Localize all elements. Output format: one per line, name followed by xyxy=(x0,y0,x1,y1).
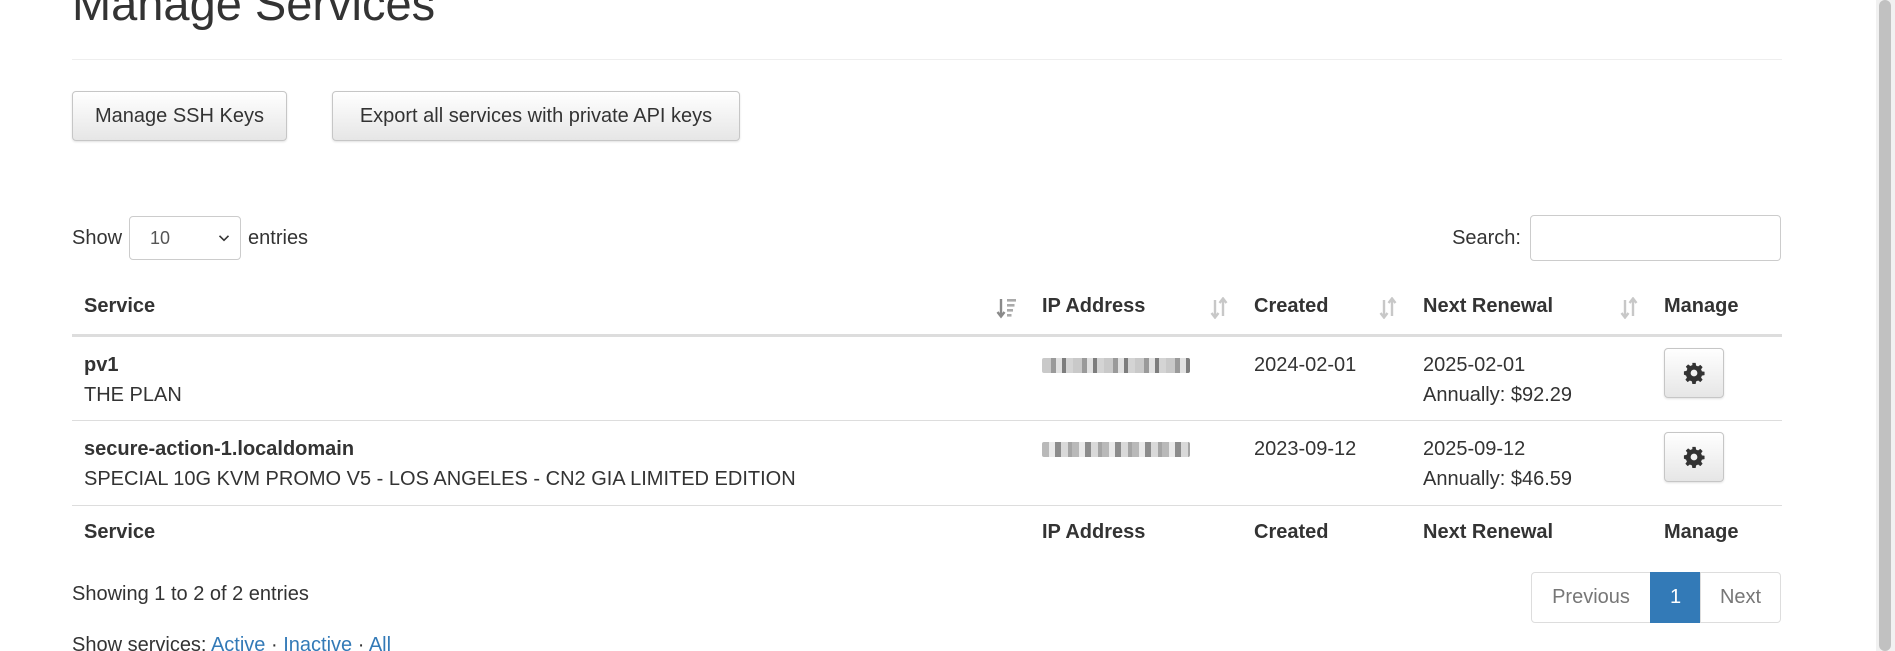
manage-cell xyxy=(1652,335,1782,421)
pagination: Previous 1 Next xyxy=(1531,572,1781,623)
ip-address-cell xyxy=(1030,420,1242,506)
billing-amount: Annually: $92.29 xyxy=(1423,383,1573,406)
entries-length-control: Show 10 entries xyxy=(72,216,308,260)
ip-address-redacted xyxy=(1042,441,1190,457)
show-label: Show xyxy=(72,226,123,249)
manage-cell xyxy=(1652,420,1782,506)
title-divider xyxy=(72,59,1782,60)
footer-header-ip-address: IP Address xyxy=(1042,521,1146,544)
service-name[interactable]: pv1 xyxy=(84,350,1018,380)
gear-icon xyxy=(1683,362,1705,384)
services-table: Service IP Address Created Next Renewal … xyxy=(72,280,1782,560)
entries-label: entries xyxy=(248,226,309,249)
column-header-created[interactable]: Created xyxy=(1242,280,1411,337)
service-plan: THE PLAN xyxy=(84,383,182,406)
next-renewal-date: 2025-09-12 xyxy=(1423,437,1526,460)
footer-header-created: Created xyxy=(1254,521,1329,544)
previous-page-button[interactable]: Previous xyxy=(1531,572,1651,623)
vertical-scrollbar[interactable] xyxy=(1876,0,1895,651)
column-header-label: IP Address xyxy=(1042,295,1146,318)
filter-active-link[interactable]: Active xyxy=(211,634,265,651)
chevron-down-icon xyxy=(218,235,230,242)
sort-icon xyxy=(1620,297,1638,319)
filter-label: Show services: xyxy=(72,634,207,651)
service-cell: pv1 THE PLAN xyxy=(72,335,1030,421)
column-header-ip-address[interactable]: IP Address xyxy=(1030,280,1242,337)
created-cell: 2024-02-01 xyxy=(1242,335,1411,421)
next-renewal-cell: 2025-09-12 Annually: $46.59 xyxy=(1411,420,1652,506)
footer-header-next-renewal: Next Renewal xyxy=(1423,521,1554,544)
column-header-label: Next Renewal xyxy=(1423,295,1554,318)
service-name[interactable]: secure-action-1.localdomain xyxy=(84,434,1018,464)
sort-descending-icon xyxy=(996,299,1016,319)
sort-icon xyxy=(1379,297,1397,319)
footer-header-service: Service xyxy=(84,521,156,544)
next-renewal-date: 2025-02-01 xyxy=(1423,353,1526,376)
billing-amount: Annually: $46.59 xyxy=(1423,467,1573,490)
table-row: secure-action-1.localdomain SPECIAL 10G … xyxy=(72,420,1782,506)
table-info: Showing 1 to 2 of 2 entries xyxy=(72,583,309,605)
service-plan: SPECIAL 10G KVM PROMO V5 - LOS ANGELES -… xyxy=(84,467,796,490)
column-header-label: Service xyxy=(84,295,156,318)
filter-all-link[interactable]: All xyxy=(369,634,391,651)
page-1-button[interactable]: 1 xyxy=(1650,572,1701,623)
manage-service-button[interactable] xyxy=(1664,347,1724,398)
created-cell: 2023-09-12 xyxy=(1242,420,1411,506)
table-row: pv1 THE PLAN 2024-02-01 2025-02-01 Annua… xyxy=(72,335,1782,421)
manage-ssh-keys-button[interactable]: Manage SSH Keys xyxy=(72,91,287,141)
page-title: Manage Services xyxy=(72,0,436,30)
column-header-label: Created xyxy=(1254,295,1329,318)
service-filter: Show services: Active · Inactive · All xyxy=(72,634,391,651)
sort-icon xyxy=(1210,297,1228,319)
filter-separator: · xyxy=(270,634,278,651)
footer-header-manage: Manage xyxy=(1664,521,1739,544)
gear-icon xyxy=(1683,446,1705,468)
service-cell: secure-action-1.localdomain SPECIAL 10G … xyxy=(72,420,1030,506)
next-renewal-cell: 2025-02-01 Annually: $92.29 xyxy=(1411,335,1652,421)
filter-inactive-link[interactable]: Inactive xyxy=(283,634,352,651)
search-label: Search: xyxy=(1452,226,1521,249)
export-services-button[interactable]: Export all services with private API key… xyxy=(332,91,740,141)
manage-service-button[interactable] xyxy=(1664,431,1724,482)
entries-length-value: 10 xyxy=(150,227,171,248)
column-header-service[interactable]: Service xyxy=(72,280,1030,337)
next-page-button[interactable]: Next xyxy=(1700,572,1781,623)
table-header-row: Service IP Address Created Next Renewal … xyxy=(72,280,1782,337)
scrollbar-thumb[interactable] xyxy=(1879,0,1891,651)
ip-address-cell xyxy=(1030,335,1242,421)
ip-address-redacted xyxy=(1042,357,1190,373)
table-footer-row: Service IP Address Created Next Renewal … xyxy=(72,505,1782,560)
search-control: Search: xyxy=(1452,215,1781,261)
column-header-next-renewal[interactable]: Next Renewal xyxy=(1411,280,1652,337)
search-input[interactable] xyxy=(1530,215,1781,261)
page: Manage Services Manage SSH Keys Export a… xyxy=(0,0,1895,651)
entries-length-select[interactable]: 10 xyxy=(129,216,242,260)
filter-separator: · xyxy=(357,634,365,651)
column-header-manage: Manage xyxy=(1652,280,1782,337)
